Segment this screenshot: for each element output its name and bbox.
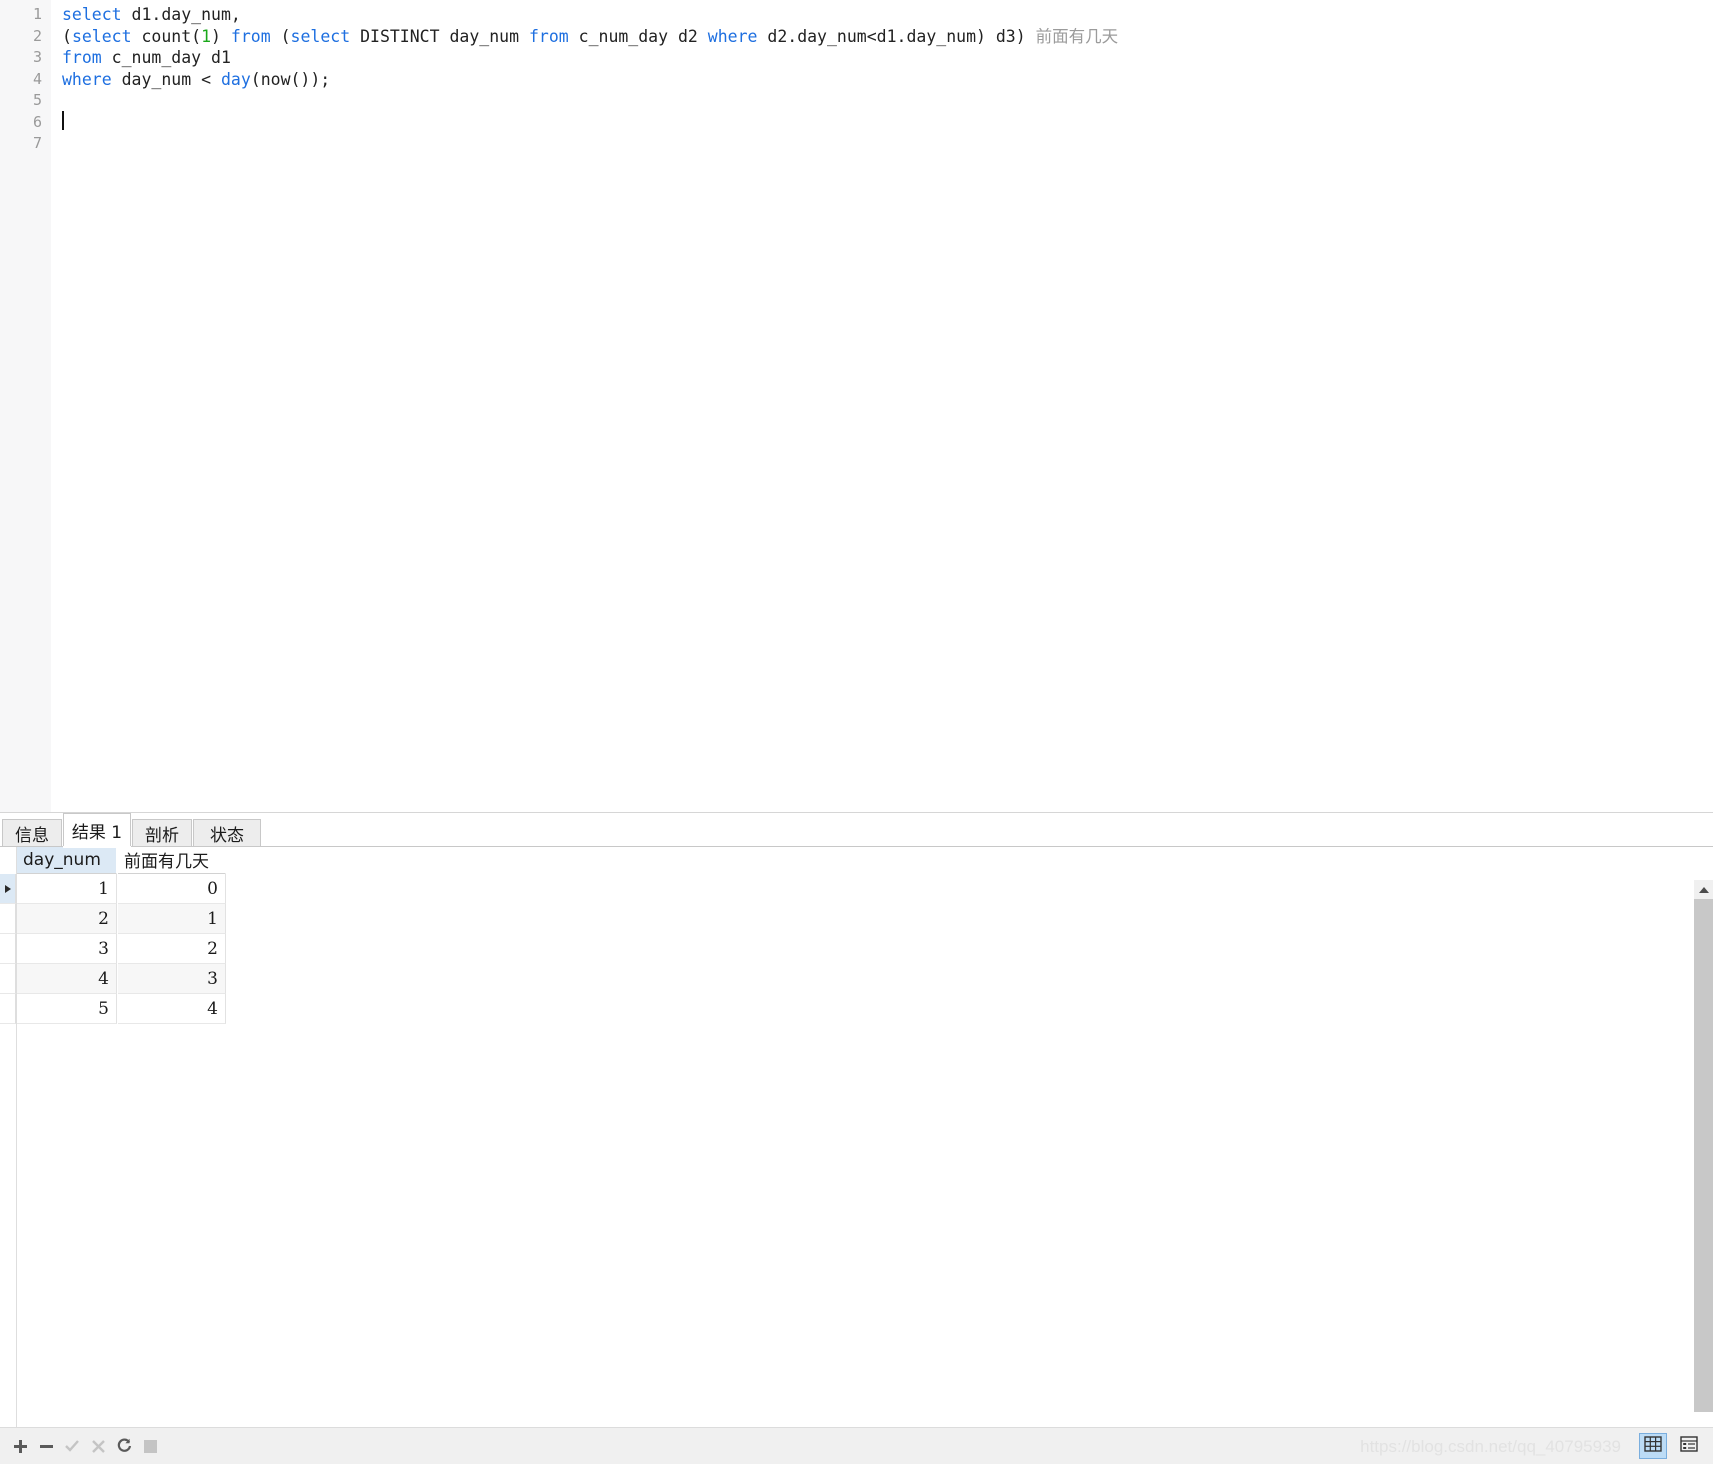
code-token: from bbox=[230, 26, 271, 46]
tabbar-underline bbox=[0, 846, 1713, 847]
code-token: 前面有几天 bbox=[1035, 26, 1119, 46]
text-caret bbox=[62, 111, 64, 130]
line-number: 6 bbox=[32, 112, 42, 131]
code-line: select d1.day_num, bbox=[62, 4, 1118, 26]
chevron-up-icon bbox=[1698, 886, 1709, 893]
code-token: c_num_day d2 bbox=[568, 26, 708, 46]
result-panel: 信息 结果 1 剖析 状态 day_num 前面有几天 1021324354 https… bbox=[0, 812, 1713, 1464]
row-selector[interactable] bbox=[0, 904, 16, 934]
row-selector[interactable] bbox=[0, 874, 16, 904]
table-cell[interactable]: 0 bbox=[118, 874, 226, 904]
grid-view-icon bbox=[1644, 1435, 1662, 1458]
code-token: 1 bbox=[201, 26, 212, 46]
column-header[interactable]: 前面有几天 bbox=[118, 846, 226, 874]
table-cell[interactable]: 5 bbox=[17, 994, 117, 1024]
code-token: day bbox=[220, 69, 251, 89]
line-number: 4 bbox=[32, 69, 42, 88]
line-number: 1 bbox=[32, 5, 42, 23]
stop-icon bbox=[143, 1439, 157, 1453]
check-icon bbox=[64, 1438, 80, 1454]
cancel-changes-button bbox=[86, 1434, 110, 1458]
code-token: where bbox=[707, 26, 758, 46]
delete-record-button[interactable] bbox=[34, 1434, 58, 1458]
code-line: where day_num < day(now()); bbox=[62, 69, 1118, 91]
code-token: d2.day_num<d1.day_num) d3) bbox=[757, 26, 1036, 46]
form-view-button[interactable] bbox=[1675, 1433, 1703, 1459]
form-view-icon bbox=[1680, 1435, 1698, 1458]
code-token: c_num_day d1 bbox=[101, 48, 231, 67]
scrollbar-thumb[interactable] bbox=[1694, 899, 1713, 1412]
result-tab[interactable]: 剖析 bbox=[132, 819, 192, 846]
code-token: where bbox=[62, 69, 112, 89]
table-cell[interactable]: 3 bbox=[17, 934, 117, 964]
code-line: (select count(1) from (select DISTINCT d… bbox=[62, 26, 1118, 48]
result-tab-label: 结果 1 bbox=[71, 823, 123, 843]
editor-gutter: 1 2 3 4 5 6 7 bbox=[0, 0, 51, 812]
result-tab[interactable]: 状态 bbox=[193, 819, 261, 846]
refresh-button[interactable] bbox=[112, 1434, 136, 1458]
active-tab-mask bbox=[63, 846, 131, 848]
code-token: from bbox=[528, 26, 569, 46]
line-number: 5 bbox=[32, 91, 42, 109]
code-token: count( bbox=[131, 26, 202, 46]
row-selector[interactable] bbox=[0, 994, 16, 1024]
sql-code-area[interactable]: select d1.day_num, (select count(1) from … bbox=[62, 4, 1118, 155]
column-header[interactable]: day_num bbox=[17, 846, 117, 874]
row-selector[interactable] bbox=[0, 964, 16, 994]
table-cell[interactable]: 1 bbox=[118, 904, 226, 934]
table-cell[interactable]: 2 bbox=[118, 934, 226, 964]
code-token: DISTINCT day_num bbox=[350, 26, 529, 46]
grid-view-button[interactable] bbox=[1639, 1433, 1667, 1459]
code-line: from c_num_day d1 bbox=[62, 47, 1118, 69]
watermark-text: https://blog.csdn.net/qq_40795939 bbox=[1360, 1437, 1621, 1456]
code-token: select bbox=[62, 5, 122, 24]
grid-vertical-scrollbar[interactable] bbox=[1694, 880, 1713, 1462]
line-number: 3 bbox=[32, 48, 42, 66]
code-token: select bbox=[290, 26, 351, 46]
line-number: 7 bbox=[32, 134, 42, 152]
code-token: d1.day_num, bbox=[121, 5, 241, 24]
stop-button bbox=[138, 1434, 162, 1458]
cross-icon bbox=[91, 1439, 106, 1454]
apply-changes-button bbox=[60, 1434, 84, 1458]
code-token: from bbox=[62, 48, 102, 67]
result-grid[interactable]: day_num 前面有几天 1021324354 bbox=[0, 846, 1713, 1462]
grid-bottom-toolbar: https://blog.csdn.net/qq_40795939 bbox=[0, 1427, 1713, 1464]
line-number: 2 bbox=[32, 26, 42, 45]
plus-icon bbox=[13, 1439, 28, 1454]
row-selector[interactable] bbox=[0, 934, 16, 964]
minus-icon bbox=[39, 1439, 54, 1454]
code-token: ( bbox=[270, 26, 291, 46]
code-token: select bbox=[71, 26, 132, 46]
code-token: (now()); bbox=[250, 69, 331, 89]
table-cell[interactable]: 2 bbox=[17, 904, 117, 934]
add-record-button[interactable] bbox=[8, 1434, 32, 1458]
table-cell[interactable]: 4 bbox=[17, 964, 117, 994]
refresh-icon bbox=[116, 1438, 132, 1454]
sql-editor[interactable]: 1234567 select d1.day_num, (select count(… bbox=[0, 0, 1713, 812]
table-cell[interactable]: 3 bbox=[118, 964, 226, 994]
code-token: ) bbox=[211, 26, 231, 46]
table-cell[interactable]: 4 bbox=[118, 994, 226, 1024]
result-tab-label: 状态 bbox=[210, 825, 244, 846]
result-tab-label: 剖析 bbox=[145, 825, 179, 846]
result-tabbar: 信息 结果 1 剖析 状态 bbox=[0, 813, 1713, 848]
code-token: ( bbox=[62, 26, 72, 46]
result-tab[interactable]: 信息 bbox=[2, 819, 62, 846]
current-row-arrow-icon bbox=[4, 884, 11, 893]
scroll-up-button[interactable] bbox=[1694, 880, 1713, 899]
result-tab-label: 信息 bbox=[15, 825, 49, 846]
table-cell[interactable]: 1 bbox=[17, 874, 117, 904]
result-tab[interactable]: 结果 1 bbox=[63, 813, 131, 847]
code-token: day_num < bbox=[111, 69, 221, 89]
